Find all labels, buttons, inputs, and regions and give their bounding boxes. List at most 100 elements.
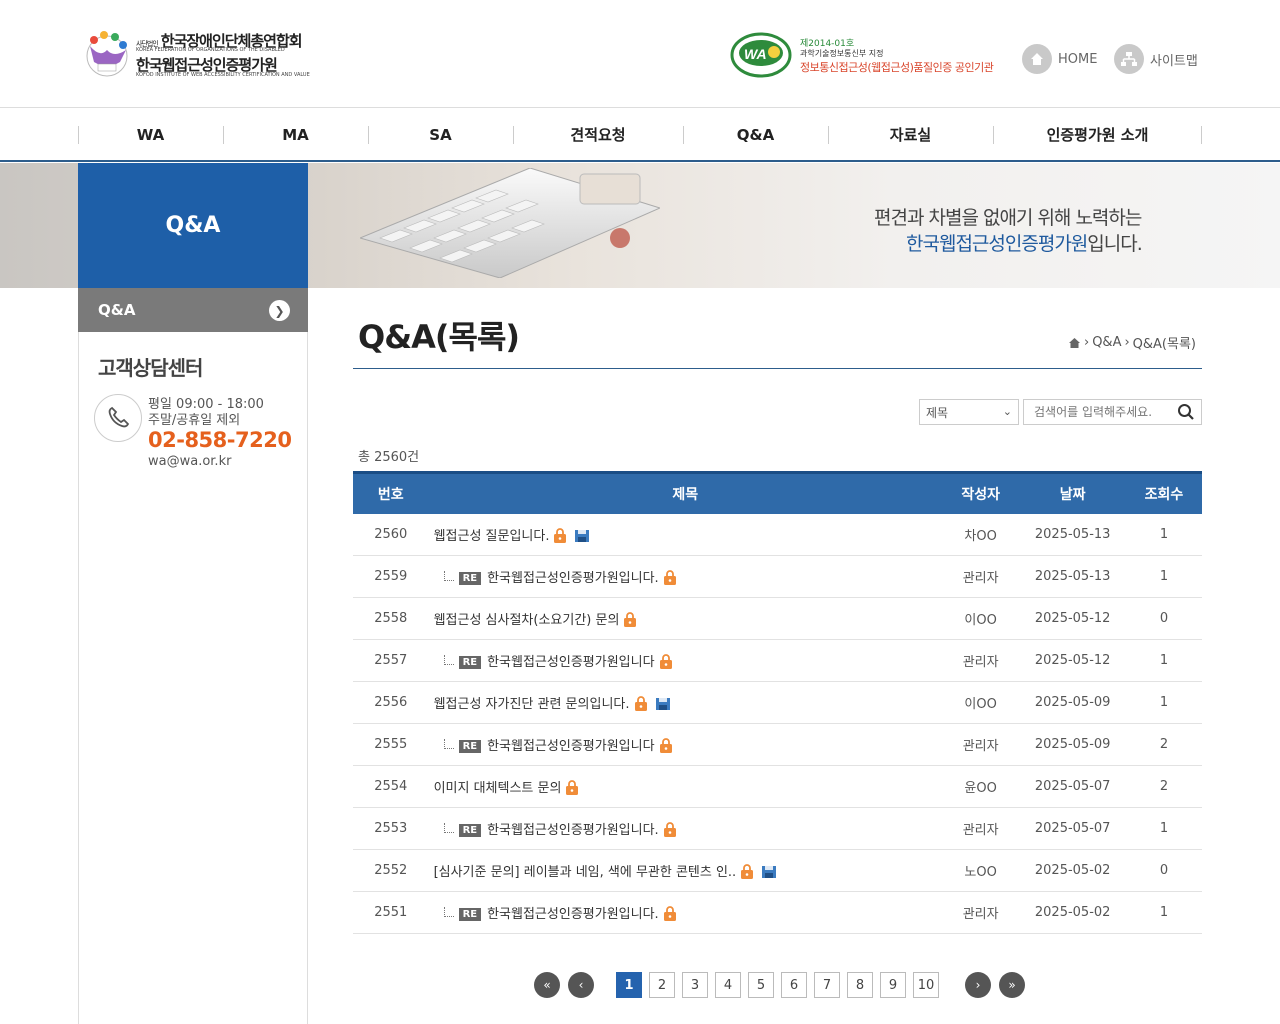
gnb-item-4[interactable]: Q&A — [683, 109, 828, 160]
table-row[interactable]: 2556 웹접근성 자가진단 관련 문의입니다. 이OO 2025-05-09 1 — [353, 682, 1202, 724]
page-8-button[interactable]: 8 — [847, 972, 873, 998]
lock-icon — [662, 822, 678, 838]
row-title-link[interactable]: 한국웹접근성인증평가원입니다 — [487, 655, 654, 670]
lock-icon — [564, 780, 580, 796]
breadcrumb-item-1[interactable]: Q&A — [1092, 335, 1121, 350]
col-date: 날짜 — [1059, 486, 1086, 503]
chevron-down-icon: ⌄ — [1002, 405, 1012, 418]
table-row[interactable]: 2558 웹접근성 심사절차(소요기간) 문의 이OO 2025-05-12 0 — [353, 598, 1202, 640]
logo-top-en: KOREA FEDERATION OF ORGANIZATIONS OF THE… — [136, 47, 285, 53]
col-number: 번호 — [377, 486, 404, 503]
page-2-button[interactable]: 2 — [649, 972, 675, 998]
row-date: 2025-05-02 — [1034, 863, 1111, 878]
sitemap-link[interactable]: 사이트맵 — [1114, 44, 1198, 74]
row-author: 노OO — [964, 865, 997, 880]
page-6-button[interactable]: 6 — [781, 972, 807, 998]
row-author: 관리자 — [962, 571, 999, 586]
home-icon[interactable] — [1068, 337, 1081, 349]
row-date: 2025-05-07 — [1034, 779, 1111, 794]
search-field-select[interactable]: 제목 ⌄ — [919, 399, 1019, 425]
table-row[interactable]: 2551 RE 한국웹접근성인증평가원입니다. 관리자 2025-05-02 1 — [353, 892, 1202, 934]
table-row[interactable]: 2557 RE 한국웹접근성인증평가원입니다 관리자 2025-05-12 1 — [353, 640, 1202, 682]
double-chevron-left-icon[interactable]: « — [534, 972, 560, 998]
search-icon[interactable] — [1177, 403, 1195, 421]
row-title-link[interactable]: 웹접근성 심사절차(소요기간) 문의 — [434, 613, 620, 628]
gnb-item-2[interactable]: SA — [368, 109, 513, 160]
attachment-icon — [574, 528, 590, 544]
gnb-item-1[interactable]: MA — [223, 109, 368, 160]
lock-icon — [658, 738, 674, 754]
row-date: 2025-05-02 — [1034, 905, 1111, 920]
home-link[interactable]: HOME — [1022, 44, 1097, 74]
row-views: 2 — [1159, 737, 1169, 752]
row-number: 2552 — [374, 863, 408, 878]
cs-email[interactable]: wa@wa.or.kr — [148, 454, 231, 469]
site-logo[interactable]: 사단법인 한국장애인단체총연합회 KOREA FEDERATION OF ORGA… — [80, 28, 310, 80]
sidebar-item-qna[interactable]: Q&A ❯ — [78, 288, 308, 332]
cs-holiday: 주말/공휴일 제외 — [148, 413, 241, 428]
lock-icon — [739, 864, 755, 880]
row-views: 1 — [1159, 905, 1169, 920]
row-title-link[interactable]: 한국웹접근성인증평가원입니다. — [487, 907, 659, 922]
row-title-link[interactable]: 이미지 대체텍스트 문의 — [434, 781, 562, 796]
chevron-right-icon[interactable]: › — [965, 972, 991, 998]
page-3-button[interactable]: 3 — [682, 972, 708, 998]
breadcrumb-item-2[interactable]: Q&A(목록) — [1133, 333, 1196, 352]
table-row[interactable]: 2560 웹접근성 질문입니다. 차OO 2025-05-13 1 — [353, 514, 1202, 556]
col-author: 작성자 — [961, 486, 1000, 503]
page-7-button[interactable]: 7 — [814, 972, 840, 998]
attachment-icon — [761, 864, 777, 880]
double-chevron-right-icon[interactable]: » — [999, 972, 1025, 998]
page-5-button[interactable]: 5 — [748, 972, 774, 998]
row-title-cell: 이미지 대체텍스트 문의 — [429, 766, 942, 808]
page-4-button[interactable]: 4 — [715, 972, 741, 998]
row-author: 이OO — [964, 613, 997, 628]
table-row[interactable]: 2553 RE 한국웹접근성인증평가원입니다. 관리자 2025-05-07 1 — [353, 808, 1202, 850]
gnb-item-3[interactable]: 견적요청 — [513, 109, 683, 160]
pagination: « ‹ 1 2 3 4 5 6 7 8 9 10 › » — [534, 971, 1025, 999]
main-navigation: WA MA SA 견적요청 Q&A 자료실 인증평가원 소개 — [0, 109, 1280, 162]
row-title-cell: 웹접근성 질문입니다. — [429, 514, 942, 556]
row-title-cell: RE 한국웹접근성인증평가원입니다. — [429, 808, 942, 850]
row-views: 0 — [1159, 863, 1169, 878]
banner-line2-rest: 입니다. — [1087, 233, 1142, 255]
gnb-item-6[interactable]: 인증평가원 소개 — [993, 109, 1202, 160]
row-views: 1 — [1159, 569, 1169, 584]
row-title-link[interactable]: 한국웹접근성인증평가원입니다. — [487, 571, 659, 586]
table-row[interactable]: 2552 [심사기준 문의] 레이블과 네임, 색에 무관한 콘텐츠 인.. 노OO… — [353, 850, 1202, 892]
table-row[interactable]: 2554 이미지 대체텍스트 문의 윤OO 2025-05-07 2 — [353, 766, 1202, 808]
sitemap-label: 사이트맵 — [1150, 53, 1198, 69]
svg-text:WA: WA — [744, 46, 767, 62]
row-title-cell: 웹접근성 심사절차(소요기간) 문의 — [429, 598, 942, 640]
search-input[interactable] — [1024, 400, 1174, 424]
lock-icon — [552, 528, 568, 544]
row-views: 1 — [1159, 821, 1169, 836]
sitemap-icon — [1114, 44, 1144, 74]
row-title-link[interactable]: [심사기준 문의] 레이블과 네임, 색에 무관한 콘텐츠 인.. — [434, 865, 737, 880]
banner-line1: 편견과 차별을 없애기 위해 노력하는 — [874, 207, 1142, 229]
site-header: 사단법인 한국장애인단체총연합회 KOREA FEDERATION OF ORGA… — [0, 0, 1280, 108]
title-divider — [353, 368, 1202, 369]
reply-badge: RE — [458, 907, 482, 921]
breadcrumb-separator: › — [1124, 335, 1130, 350]
chevron-left-icon[interactable]: ‹ — [568, 972, 594, 998]
row-title-link[interactable]: 한국웹접근성인증평가원입니다 — [487, 739, 654, 754]
page-10-button[interactable]: 10 — [913, 972, 939, 998]
gnb-item-0[interactable]: WA — [78, 109, 223, 160]
reply-indent-icon — [443, 571, 454, 582]
row-title-link[interactable]: 웹접근성 자가진단 관련 문의입니다. — [434, 697, 630, 712]
row-title-link[interactable]: 웹접근성 질문입니다. — [434, 529, 550, 544]
table-row[interactable]: 2555 RE 한국웹접근성인증평가원입니다 관리자 2025-05-09 2 — [353, 724, 1202, 766]
row-title-cell: [심사기준 문의] 레이블과 네임, 색에 무관한 콘텐츠 인.. — [429, 850, 942, 892]
gnb-item-5[interactable]: 자료실 — [828, 109, 993, 160]
row-author: 관리자 — [962, 739, 999, 754]
page-1-button[interactable]: 1 — [616, 972, 642, 998]
cert-line1: 과학기술정보통신부 지정 — [800, 49, 884, 58]
page-9-button[interactable]: 9 — [880, 972, 906, 998]
row-title-cell: 웹접근성 자가진단 관련 문의입니다. — [429, 682, 942, 724]
row-title-link[interactable]: 한국웹접근성인증평가원입니다. — [487, 823, 659, 838]
row-date: 2025-05-07 — [1034, 821, 1111, 836]
table-row[interactable]: 2559 RE 한국웹접근성인증평가원입니다. 관리자 2025-05-13 1 — [353, 556, 1202, 598]
row-views: 1 — [1159, 695, 1169, 710]
row-author: 관리자 — [962, 655, 999, 670]
